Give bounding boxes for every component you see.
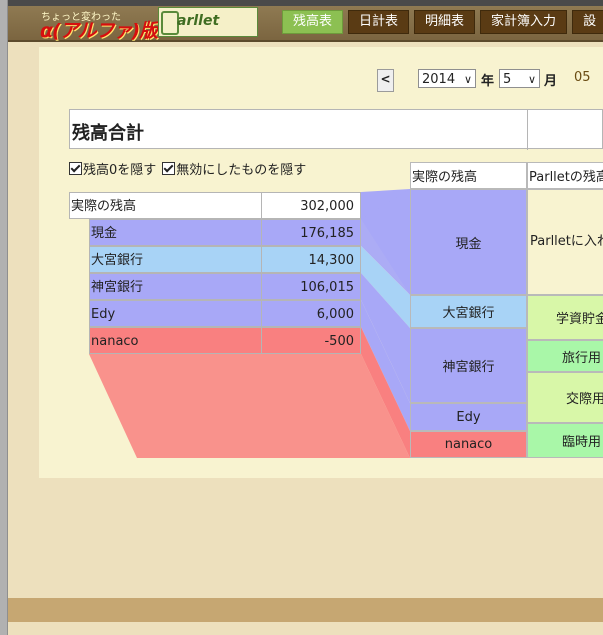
main-content: < 2014 ∨ 年 5 ∨ 月 05 残高合計 残高0を隠す 無効にしたものを… bbox=[39, 47, 603, 478]
tab-balance[interactable]: 残高表 bbox=[282, 10, 344, 34]
actual-cell-jingu[interactable]: 神宮銀行 bbox=[410, 328, 527, 403]
col-header-parllet: Parlletの残高 bbox=[527, 162, 603, 189]
window-left-border bbox=[0, 0, 8, 635]
tab-household-entry[interactable]: 家計簿入力 bbox=[480, 10, 568, 34]
account-value: 14,300 bbox=[261, 246, 361, 273]
parllet-cell-temporary[interactable]: 臨時用 bbox=[527, 423, 603, 458]
actual-cell-edy[interactable]: Edy bbox=[410, 403, 527, 431]
parllet-cell-unassigned[interactable]: Parlletに入れていないお金 bbox=[527, 189, 603, 295]
footer-bar bbox=[8, 598, 603, 622]
account-value: -500 bbox=[261, 327, 361, 354]
account-name: 現金 bbox=[89, 219, 261, 246]
account-name: Edy bbox=[89, 300, 261, 327]
flow-band-nanaco-shadow bbox=[89, 354, 410, 458]
actual-cell-cash[interactable]: 現金 bbox=[410, 189, 527, 295]
account-value: 6,000 bbox=[261, 300, 361, 327]
account-value: 176,185 bbox=[261, 219, 361, 246]
account-value: 106,015 bbox=[261, 273, 361, 300]
actual-cell-nanaco[interactable]: nanaco bbox=[410, 431, 527, 458]
account-name: 大宮銀行 bbox=[89, 246, 261, 273]
actual-balance-value: 302,000 bbox=[261, 192, 361, 219]
main-tabs: 残高表 日計表 明細表 家計簿入力 設 bbox=[282, 10, 603, 34]
tab-settings[interactable]: 設 bbox=[572, 10, 603, 34]
parllet-logo[interactable]: arllet bbox=[158, 7, 258, 37]
logo-title[interactable]: α(アルファ)版 bbox=[40, 16, 158, 43]
col-header-actual: 実際の残高 bbox=[410, 162, 527, 189]
tab-details[interactable]: 明細表 bbox=[414, 10, 476, 34]
app-header: ちょっと変わった α(アルファ)版 arllet 残高表 日計表 明細表 家計簿… bbox=[8, 6, 603, 42]
parllet-logo-text: arllet bbox=[177, 13, 220, 29]
account-name: 神宮銀行 bbox=[89, 273, 261, 300]
tab-daily[interactable]: 日計表 bbox=[348, 10, 410, 34]
footer-bottom bbox=[8, 622, 603, 635]
parllet-cell-social[interactable]: 交際用 bbox=[527, 372, 603, 423]
actual-balance-label: 実際の残高 bbox=[69, 192, 261, 219]
actual-cell-omiya[interactable]: 大宮銀行 bbox=[410, 295, 527, 328]
parllet-cell-travel[interactable]: 旅行用 bbox=[527, 340, 603, 372]
parllet-cell-education[interactable]: 学資貯金 bbox=[527, 295, 603, 340]
account-name: nanaco bbox=[89, 327, 261, 354]
